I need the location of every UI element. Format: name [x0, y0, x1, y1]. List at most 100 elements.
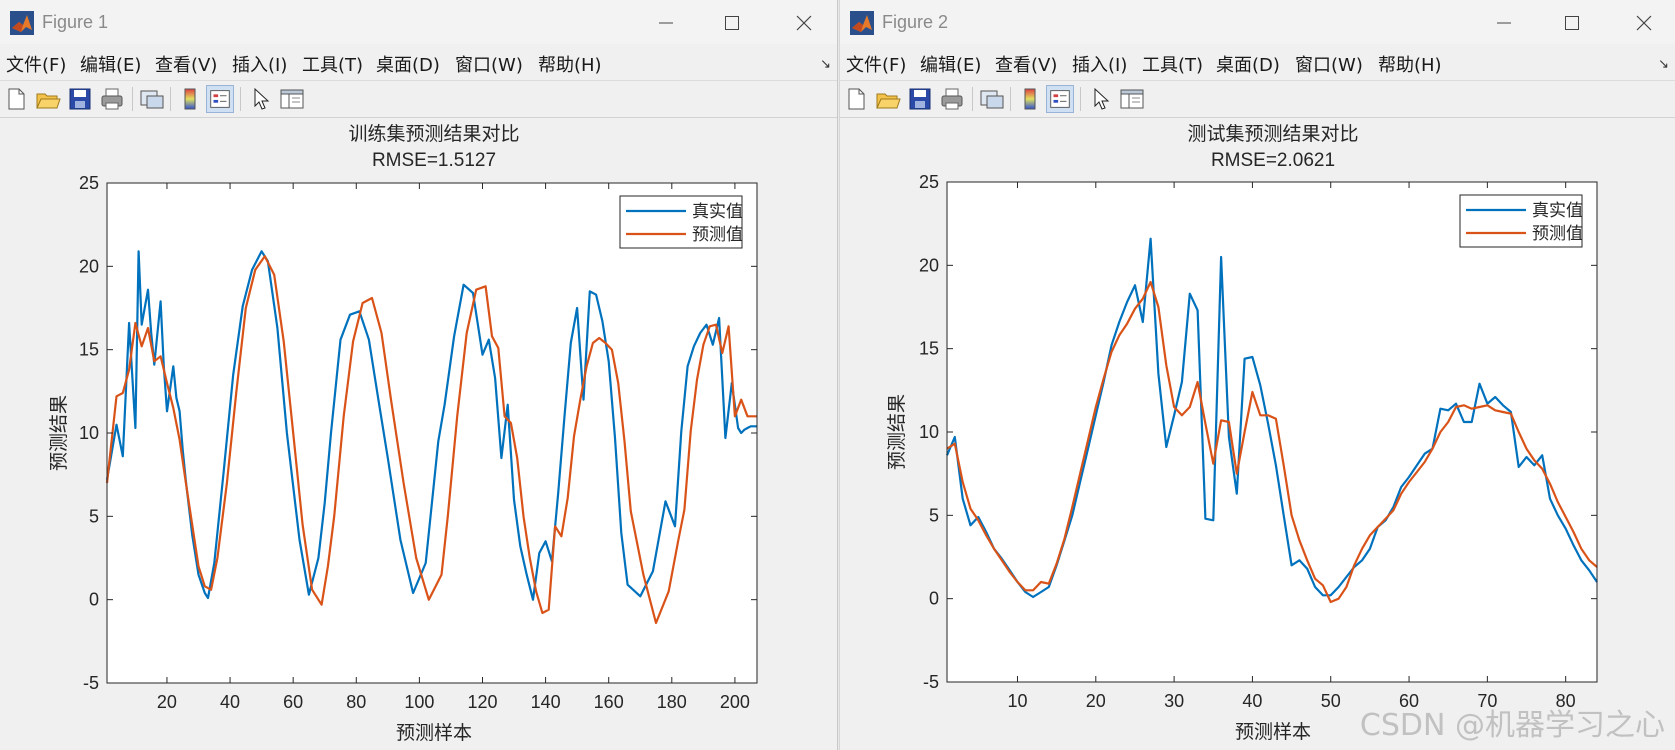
open-file-icon[interactable]: [874, 85, 902, 113]
x-tick-label: 20: [1086, 691, 1106, 711]
x-tick-label: 120: [467, 692, 497, 712]
x-axis-label: 预测样本: [396, 722, 472, 744]
link-plot-icon[interactable]: [978, 85, 1006, 113]
menu-window[interactable]: 窗口(W): [455, 51, 523, 77]
y-tick-label: 15: [79, 340, 99, 360]
y-tick-label: 5: [89, 506, 99, 526]
legend-icon[interactable]: [206, 85, 234, 113]
legend-entry-label: 预测值: [1532, 224, 1583, 244]
menu-bar: 文件(F) 编辑(E) 查看(V) 插入(I) 工具(T) 桌面(D) 窗口(W…: [0, 46, 837, 78]
close-button[interactable]: [1624, 8, 1664, 38]
figure-window-2: Figure 2 文件(F) 编辑(E) 查看(V) 插入(I) 工具(T) 桌…: [839, 0, 1675, 750]
matlab-logo-icon: [10, 11, 34, 35]
minimize-button[interactable]: [1484, 8, 1524, 38]
menu-help[interactable]: 帮助(H): [538, 51, 602, 77]
minimize-icon: [1497, 22, 1511, 24]
maximize-button[interactable]: [712, 8, 752, 38]
menu-file[interactable]: 文件(F): [846, 51, 906, 77]
plot-title: 测试集预测结果对比: [1187, 123, 1358, 145]
menu-insert[interactable]: 插入(I): [1072, 51, 1127, 77]
print-icon[interactable]: [938, 85, 966, 113]
y-tick-label: 5: [929, 505, 939, 525]
open-file-icon[interactable]: [34, 85, 62, 113]
close-icon: [796, 15, 812, 31]
link-plot-icon[interactable]: [138, 85, 166, 113]
legend-icon[interactable]: [1046, 85, 1074, 113]
edit-plot-arrow-icon[interactable]: [1086, 85, 1114, 113]
title-bar[interactable]: Figure 2: [840, 0, 1675, 44]
menu-view[interactable]: 查看(V): [995, 51, 1057, 77]
x-tick-label: 30: [1164, 691, 1184, 711]
watermark: CSDN @机器学习之心: [1359, 708, 1665, 743]
figure-canvas: 训练集预测结果对比 RMSE=1.5127 20 40 60 80 100 120 140 1…: [48, 123, 758, 744]
toolbar-separator: [972, 87, 973, 111]
legend-entry-label: 真实值: [1532, 201, 1583, 221]
menu-desktop[interactable]: 桌面(D): [1216, 51, 1280, 77]
y-axis-label: 预测结果: [886, 394, 908, 470]
save-icon[interactable]: [906, 85, 934, 113]
minimize-icon: [659, 22, 673, 24]
plot-subtitle: RMSE=1.5127: [372, 150, 496, 171]
y-tick-label: 0: [929, 589, 939, 609]
dock-arrow-icon[interactable]: ↘: [820, 56, 831, 72]
menu-tools[interactable]: 工具(T): [302, 51, 363, 77]
menu-window[interactable]: 窗口(W): [1295, 51, 1363, 77]
edit-plot-arrow-icon[interactable]: [246, 85, 274, 113]
menu-file[interactable]: 文件(F): [6, 51, 66, 77]
property-inspector-icon[interactable]: [1118, 85, 1146, 113]
legend[interactable]: 真实值预测值: [1459, 194, 1583, 248]
figure-toolbar: [0, 80, 837, 118]
legend[interactable]: 真实值预测值: [619, 195, 743, 249]
x-tick-label: 50: [1321, 691, 1341, 711]
legend-entry-label: 预测值: [692, 225, 743, 245]
colorbar-icon[interactable]: [176, 85, 204, 113]
y-tick-label: 10: [79, 423, 99, 443]
x-tick-label: 40: [1242, 691, 1262, 711]
menu-help[interactable]: 帮助(H): [1378, 51, 1442, 77]
menu-tools[interactable]: 工具(T): [1142, 51, 1203, 77]
toolbar-separator: [1080, 87, 1081, 111]
maximize-icon: [725, 16, 739, 30]
minimize-button[interactable]: [646, 8, 686, 38]
maximize-button[interactable]: [1552, 8, 1592, 38]
new-figure-icon[interactable]: [2, 85, 30, 113]
window-title: Figure 1: [42, 12, 109, 32]
new-figure-icon[interactable]: [842, 85, 870, 113]
y-tick-label: 20: [919, 255, 939, 275]
plot-subtitle: RMSE=2.0621: [1211, 150, 1335, 171]
toolbar-separator: [170, 87, 171, 111]
window-title: Figure 2: [882, 12, 949, 32]
y-tick-label: -5: [923, 672, 939, 692]
x-tick-label: 60: [283, 692, 303, 712]
x-tick-label: 180: [657, 692, 687, 712]
print-icon[interactable]: [98, 85, 126, 113]
title-bar[interactable]: Figure 1: [0, 0, 837, 44]
y-axis-label: 预测结果: [48, 395, 70, 471]
menu-view[interactable]: 查看(V): [155, 51, 217, 77]
figure-window-1: Figure 1 文件(F) 编辑(E) 查看(V) 插入(I) 工具(T) 桌…: [0, 0, 838, 750]
close-button[interactable]: [784, 8, 824, 38]
figure-toolbar: [840, 80, 1675, 118]
y-tick-label: -5: [83, 673, 99, 693]
x-tick-label: 100: [404, 692, 434, 712]
menu-edit[interactable]: 编辑(E): [920, 51, 981, 77]
toolbar-separator: [1010, 87, 1011, 111]
x-tick-label: 200: [720, 692, 750, 712]
y-tick-label: 15: [919, 339, 939, 359]
x-tick-label: 160: [594, 692, 624, 712]
property-inspector-icon[interactable]: [278, 85, 306, 113]
maximize-icon: [1565, 16, 1579, 30]
x-tick-label: 80: [346, 692, 366, 712]
menu-edit[interactable]: 编辑(E): [80, 51, 141, 77]
save-icon[interactable]: [66, 85, 94, 113]
toolbar-separator: [132, 87, 133, 111]
y-tick-label: 20: [79, 256, 99, 276]
menu-desktop[interactable]: 桌面(D): [376, 51, 440, 77]
dock-arrow-icon[interactable]: ↘: [1658, 56, 1669, 72]
colorbar-icon[interactable]: [1016, 85, 1044, 113]
x-tick-label: 20: [157, 692, 177, 712]
x-tick-label: 140: [531, 692, 561, 712]
menu-insert[interactable]: 插入(I): [232, 51, 287, 77]
axes-background: [107, 183, 757, 683]
figure-canvas: 测试集预测结果对比 RMSE=2.0621 10 20 30 40 50 60 70 80-5…: [886, 123, 1598, 743]
